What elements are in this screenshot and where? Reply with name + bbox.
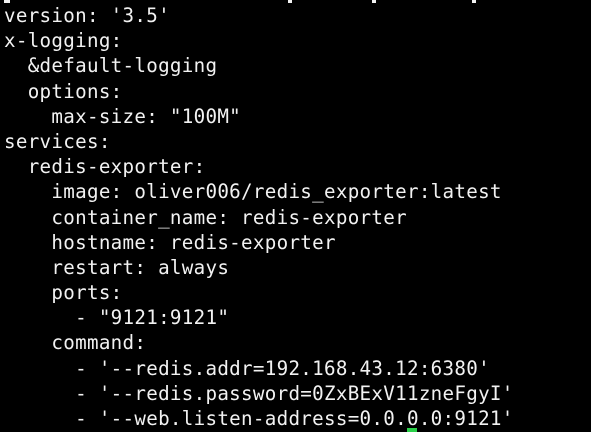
terminal-cursor <box>407 428 417 432</box>
terminal-window[interactable]: version: '3.5' x-logging: &default-loggi… <box>0 0 591 432</box>
terminal-line: services: <box>4 129 111 153</box>
terminal-line: ports: <box>4 281 123 305</box>
terminal-line: - '--redis.addr=192.168.43.12:6380' <box>4 356 490 380</box>
terminal-line: container_name: redis-exporter <box>4 205 407 229</box>
terminal-line: &default-logging <box>4 54 218 78</box>
terminal-line: command: <box>4 331 147 355</box>
terminal-line: - '--web.listen-address=0.0.0.0:9121' <box>4 407 514 430</box>
terminal-line: redis-exporter: <box>4 155 206 179</box>
terminal-line: - '--redis.password=0ZxBExV11zneFgyI' <box>4 381 514 405</box>
terminal-line: max-size: "100M" <box>4 104 242 128</box>
terminal-line: restart: always <box>4 255 230 279</box>
terminal-line: options: <box>4 79 123 103</box>
terminal-line: hostname: redis-exporter <box>4 230 336 254</box>
terminal-line: version: '3.5' <box>4 4 170 27</box>
terminal-line: image: oliver006/redis_exporter:latest <box>4 180 502 204</box>
terminal-line: - "9121:9121" <box>4 306 230 330</box>
terminal-content: version: '3.5' x-logging: &default-loggi… <box>4 3 591 431</box>
terminal-line: x-logging: <box>4 29 123 53</box>
